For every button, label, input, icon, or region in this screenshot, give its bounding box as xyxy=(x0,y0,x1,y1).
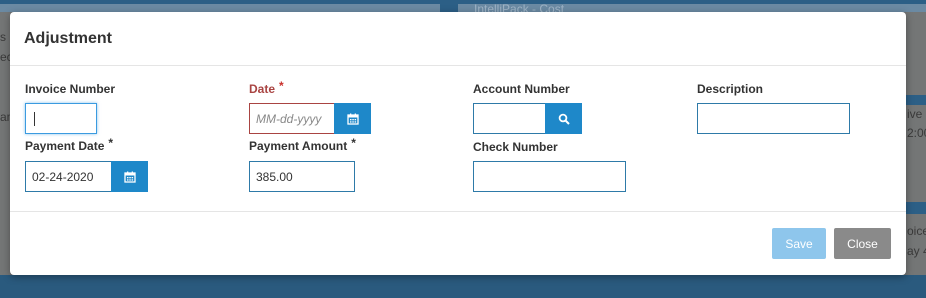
background-right-text: 2:00 xyxy=(907,126,926,140)
check-number-input[interactable] xyxy=(473,161,626,192)
text-caret xyxy=(34,111,35,126)
background-left-text: s xyxy=(0,30,6,44)
account-number-input[interactable] xyxy=(473,103,546,134)
date-input[interactable]: MM-dd-yyyy xyxy=(249,103,335,134)
search-icon xyxy=(558,113,570,125)
adjustment-modal: Adjustment Invoice Number Date * MM-dd-yy… xyxy=(10,12,906,275)
modal-body: Invoice Number Date * MM-dd-yyyy Account … xyxy=(10,66,906,212)
close-button[interactable]: Close xyxy=(834,228,891,259)
background-right-text: ive xyxy=(907,107,923,121)
date-required-mark: * xyxy=(279,79,284,93)
date-label-text: Date xyxy=(249,82,276,96)
check-number-label: Check Number xyxy=(473,140,558,154)
background-right-text: oice xyxy=(907,224,926,238)
invoice-number-label: Invoice Number xyxy=(25,82,116,96)
payment-amount-required-mark: * xyxy=(351,136,356,150)
modal-footer: Save Close xyxy=(10,212,906,274)
payment-date-calendar-button[interactable] xyxy=(111,161,148,192)
save-button[interactable]: Save xyxy=(772,228,826,259)
calendar-icon xyxy=(123,171,136,183)
background-band xyxy=(906,202,926,214)
calendar-icon xyxy=(346,113,359,125)
background-right-text: ay 4 xyxy=(907,244,926,258)
background-footer xyxy=(0,275,926,298)
payment-date-required-mark: * xyxy=(108,136,114,150)
background-band xyxy=(906,95,926,105)
background-left-text: am xyxy=(0,110,10,124)
payment-amount-value: 385.00 xyxy=(256,169,293,184)
background-header-segment xyxy=(0,4,440,12)
background-left-text: ec xyxy=(0,50,10,64)
background-header xyxy=(0,0,926,12)
payment-amount-label: Payment Amount * xyxy=(249,136,356,153)
payment-amount-input[interactable]: 385.00 xyxy=(249,161,355,192)
account-number-label: Account Number xyxy=(473,82,570,96)
modal-header: Adjustment xyxy=(10,12,906,66)
description-input[interactable] xyxy=(697,103,850,134)
date-calendar-button[interactable] xyxy=(334,103,371,134)
description-label: Description xyxy=(697,82,764,96)
payment-date-value: 02-24-2020 xyxy=(32,169,94,184)
date-label: Date * xyxy=(249,79,284,96)
invoice-number-input[interactable] xyxy=(25,103,97,134)
date-placeholder: MM-dd-yyyy xyxy=(256,111,322,126)
payment-date-label-text: Payment Date xyxy=(25,139,105,153)
account-search-button[interactable] xyxy=(545,103,582,134)
payment-date-input[interactable]: 02-24-2020 xyxy=(25,161,112,192)
modal-title: Adjustment xyxy=(24,29,112,47)
payment-date-label: Payment Date * xyxy=(25,136,114,153)
payment-amount-label-text: Payment Amount xyxy=(249,139,348,153)
